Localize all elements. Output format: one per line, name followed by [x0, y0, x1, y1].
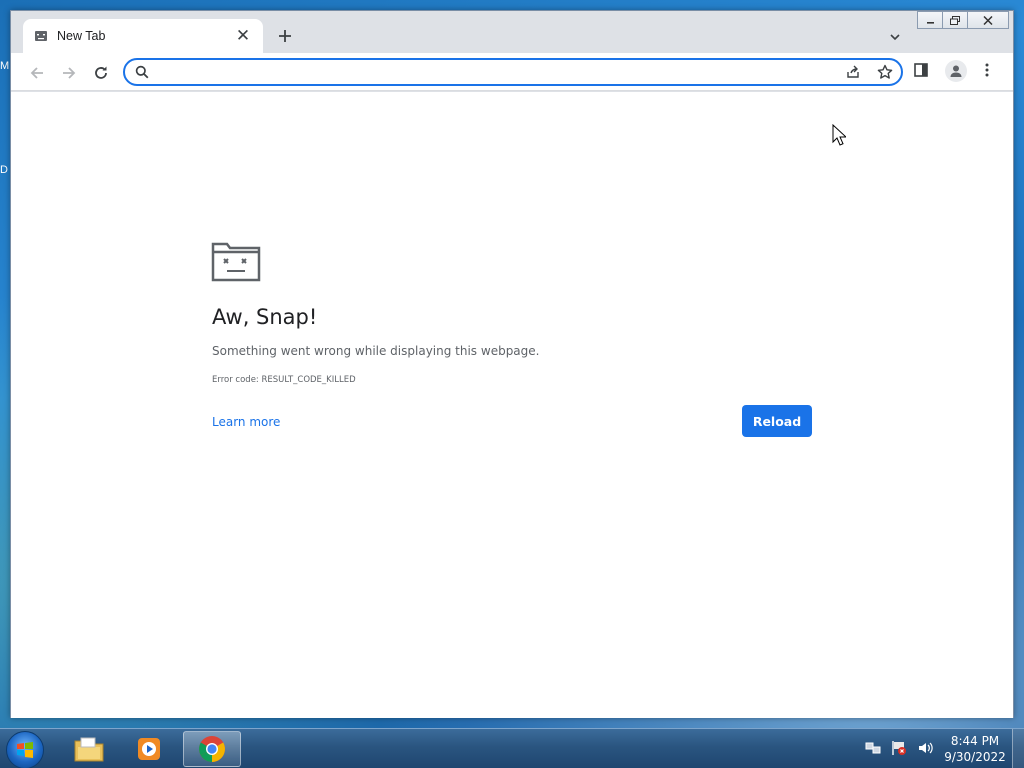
new-tab-button[interactable] [273, 24, 297, 48]
tab-strip: New Tab ✕ [11, 11, 1013, 53]
back-arrow-icon [30, 67, 43, 79]
action-center-flag-icon[interactable] [890, 739, 908, 757]
tab-new-tab[interactable]: New Tab ✕ [23, 19, 263, 53]
reload-page-button[interactable]: Reload [742, 405, 812, 437]
taskbar-chrome[interactable] [183, 731, 241, 767]
taskbar-media-player[interactable] [120, 731, 178, 767]
restore-icon [950, 15, 960, 25]
windows-logo-icon [17, 742, 33, 758]
bookmark-star-icon[interactable] [877, 64, 893, 85]
volume-icon[interactable] [916, 739, 934, 757]
media-player-icon [138, 738, 160, 760]
sad-tab-icon [33, 28, 49, 44]
error-message: Something went wrong while displaying th… [212, 344, 540, 358]
side-panel-icon[interactable] [913, 62, 929, 83]
omnibox-input[interactable] [159, 63, 839, 81]
chrome-icon [199, 736, 225, 762]
page-content: Aw, Snap! Something went wrong while dis… [11, 92, 1013, 718]
browser-toolbar [11, 53, 1013, 91]
folder-icon [74, 737, 104, 762]
clock-time: 8:44 PM [950, 734, 1000, 748]
minimize-button[interactable] [917, 11, 943, 29]
window-controls [917, 11, 1009, 29]
error-heading: Aw, Snap! [212, 305, 318, 329]
maximize-button[interactable] [942, 11, 968, 29]
tab-search-button[interactable] [883, 25, 907, 49]
desktop-icon-label-d: D [0, 164, 8, 176]
forward-arrow-icon [63, 67, 76, 79]
search-icon [135, 65, 149, 84]
network-icon[interactable] [864, 739, 882, 757]
minimize-icon [926, 21, 934, 24]
desktop-icon-label-m: M [0, 60, 10, 72]
taskbar: 8:44 PM 9/30/2022 [0, 728, 1024, 768]
back-button[interactable] [25, 61, 49, 85]
reload-button[interactable] [89, 61, 113, 85]
close-button[interactable] [967, 11, 1009, 29]
tab-title: New Tab [57, 29, 106, 43]
mouse-cursor-icon [832, 123, 848, 151]
taskbar-explorer[interactable] [60, 731, 118, 767]
sad-folder-icon [211, 240, 261, 287]
person-icon [950, 65, 962, 77]
show-desktop-button[interactable] [1012, 729, 1024, 768]
close-icon[interactable]: ✕ [233, 26, 253, 46]
address-bar[interactable] [123, 58, 903, 86]
start-button[interactable] [6, 731, 44, 768]
forward-button[interactable] [57, 61, 81, 85]
system-tray [864, 739, 934, 757]
share-icon[interactable] [845, 64, 861, 85]
reload-icon [95, 66, 107, 79]
more-menu-icon[interactable] [979, 62, 995, 83]
clock-date: 9/30/2022 [944, 750, 1006, 764]
close-window-icon [983, 15, 993, 25]
learn-more-link[interactable]: Learn more [212, 415, 280, 429]
plus-icon [279, 30, 291, 42]
chevron-down-icon [890, 34, 900, 41]
profile-avatar[interactable] [945, 60, 967, 82]
browser-window: New Tab ✕ Aw, Snap! Something went wrong… [10, 10, 1014, 718]
error-code: Error code: RESULT_CODE_KILLED [212, 375, 356, 385]
taskbar-clock[interactable]: 8:44 PM 9/30/2022 [940, 733, 1010, 765]
